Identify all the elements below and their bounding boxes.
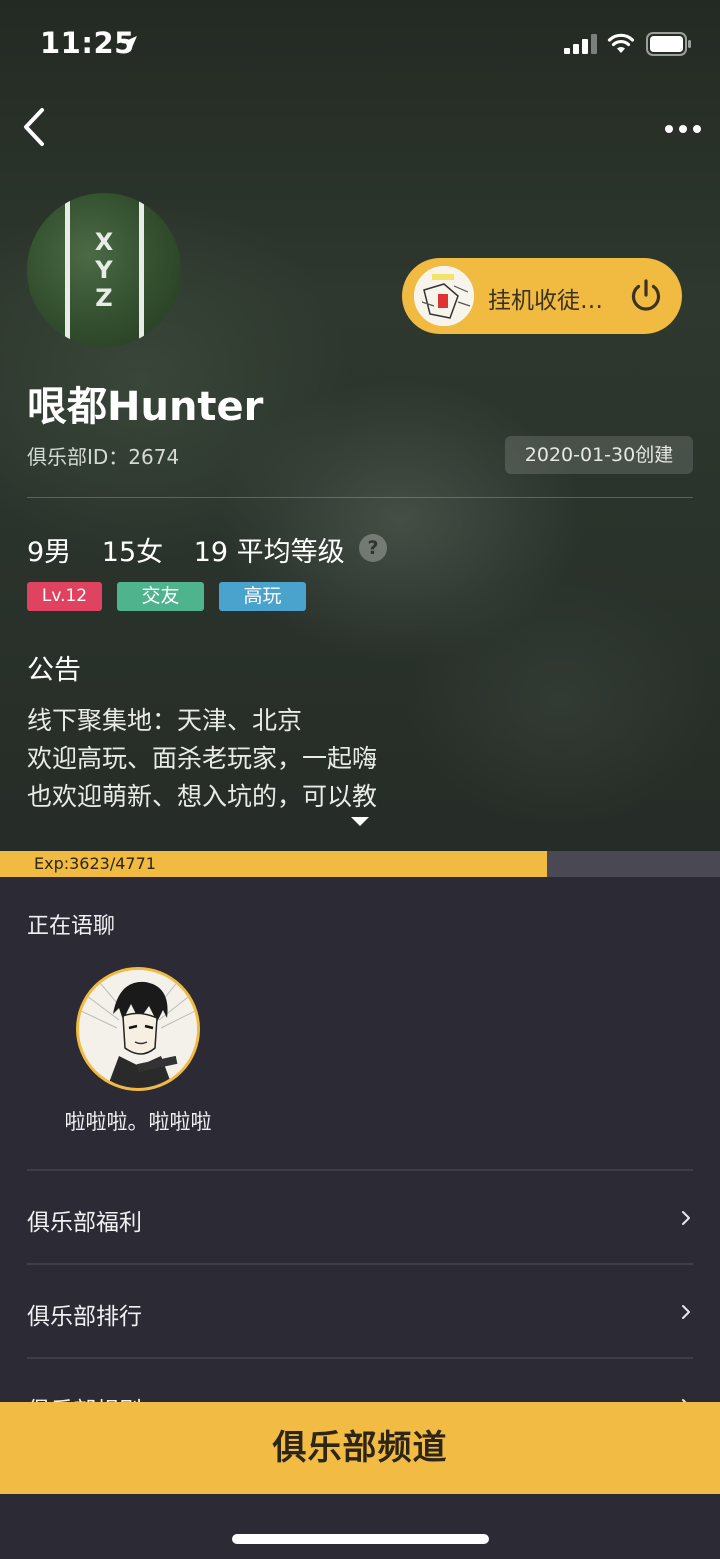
club-id: 俱乐部ID：2674: [27, 445, 180, 469]
level-tag: Lv.12: [27, 582, 102, 611]
cellular-signal-icon: [564, 34, 597, 54]
exp-label: Exp:3623/4771: [34, 854, 156, 873]
notice-line: 也欢迎萌新、想入坑的，可以教: [27, 782, 378, 811]
female-count: 15女: [101, 537, 164, 568]
menu-item-club-ranking[interactable]: 俱乐部排行: [0, 1265, 720, 1357]
friend-tag: 交友: [117, 582, 204, 611]
voice-member-name: 啦啦啦。啦啦啦: [64, 1110, 212, 1134]
status-bar: 11:25: [0, 0, 720, 90]
chevron-right-icon: [682, 1211, 690, 1225]
menu-item-label: 俱乐部福利: [27, 1210, 142, 1236]
help-icon[interactable]: ?: [359, 534, 387, 562]
manga-portrait-icon: [79, 970, 197, 1088]
location-arrow-icon: [121, 36, 137, 52]
menu-item-label: 俱乐部排行: [27, 1304, 142, 1330]
more-dots-icon[interactable]: [662, 118, 704, 140]
member-stats: 9男 15女 19 平均等级: [27, 530, 367, 568]
club-name: 哏都Hunter: [27, 384, 264, 430]
notice-line: 线下聚集地：天津、北京: [27, 706, 303, 735]
voice-member-avatar[interactable]: [76, 967, 200, 1091]
club-channel-button[interactable]: 俱乐部频道: [0, 1402, 720, 1494]
club-avatar: X Y Z: [27, 193, 181, 347]
created-date-badge: 2020-01-30创建: [505, 436, 693, 474]
battery-icon: [646, 32, 691, 56]
idle-recruit-thumbnail: [412, 264, 476, 328]
power-icon: [631, 279, 661, 311]
voice-chat-title: 正在语聊: [27, 914, 116, 939]
home-indicator: [232, 1534, 489, 1544]
exp-progress-bar: Exp:3623/4771: [0, 851, 720, 877]
notice-body: 线下聚集地：天津、北京 欢迎高玩、面杀老玩家，一起嗨 也欢迎萌新、想入坑的，可以…: [27, 702, 377, 816]
average-level: 19 平均等级: [193, 537, 345, 568]
wifi-icon: [607, 33, 635, 53]
pro-player-tag: 高玩: [219, 582, 306, 611]
idle-recruit-button[interactable]: 挂机收徒…: [402, 258, 682, 334]
club-header-background: 11:25 X Y Z 挂机收徒… 哏都Hunter 俱乐部ID：2674 20…: [0, 0, 720, 851]
divider: [27, 497, 693, 498]
expand-down-icon[interactable]: [350, 815, 370, 827]
notice-title: 公告: [27, 655, 81, 686]
male-count: 9男: [27, 537, 72, 568]
menu-item-club-benefits[interactable]: 俱乐部福利: [0, 1171, 720, 1263]
chevron-right-icon: [682, 1305, 690, 1319]
idle-recruit-label: 挂机收徒…: [488, 288, 603, 314]
chevron-left-icon[interactable]: [18, 106, 52, 148]
notice-line: 欢迎高玩、面杀老玩家，一起嗨: [27, 744, 378, 773]
sketch-image-icon: [414, 266, 474, 326]
club-avatar-letters: X Y Z: [94, 228, 114, 312]
